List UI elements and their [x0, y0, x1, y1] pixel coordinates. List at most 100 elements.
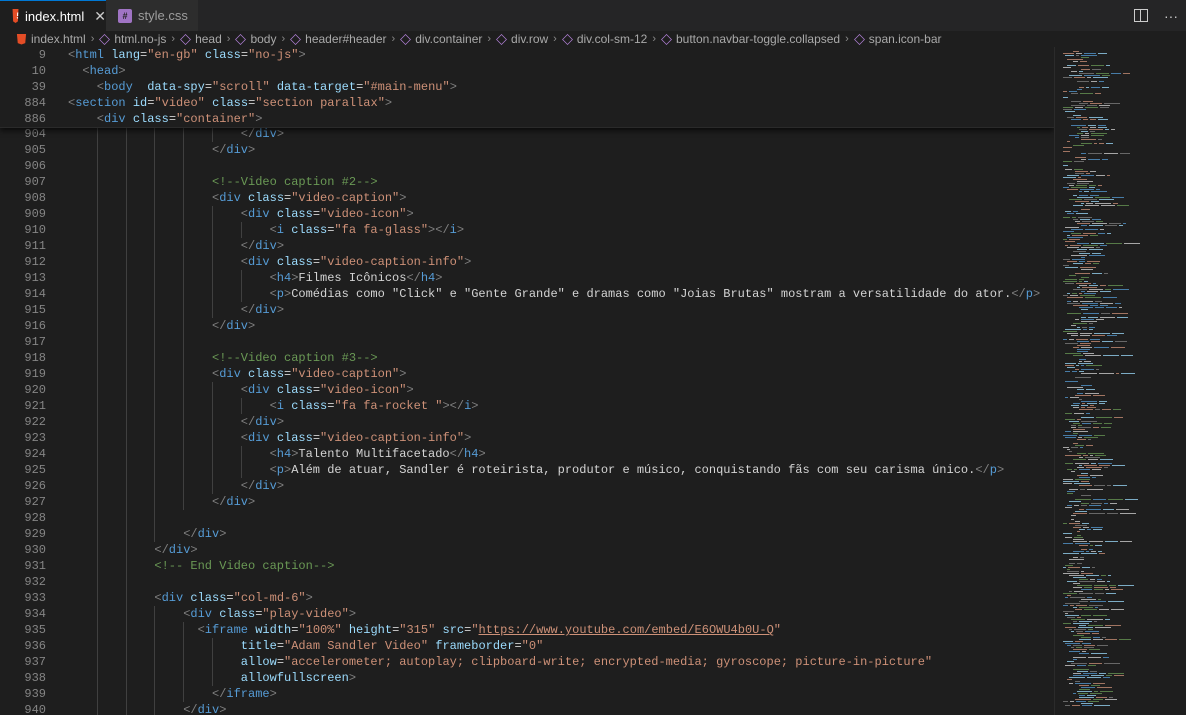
- code-line[interactable]: 916 </div>: [0, 318, 1054, 334]
- code-token: <!--Video caption #2-->: [212, 175, 378, 189]
- minimap-line: [1085, 107, 1098, 108]
- minimap-line: [1065, 397, 1068, 398]
- minimap-line: [1112, 197, 1124, 198]
- code-line[interactable]: 915 </div>: [0, 302, 1054, 318]
- line-number: 914: [24, 287, 46, 301]
- code-line[interactable]: 929 </div>: [0, 526, 1054, 542]
- breadcrumb-item[interactable]: div.row: [496, 32, 548, 46]
- code-line[interactable]: 904 </div>: [0, 126, 1054, 142]
- code-line[interactable]: 886 <div class="container">: [0, 111, 1054, 127]
- breadcrumb-item[interactable]: header#header: [290, 32, 387, 46]
- minimap[interactable]: [1054, 47, 1186, 715]
- code-line[interactable]: 914 <p>Comédias como "Click" e "Gente Gra…: [0, 286, 1054, 302]
- minimap-line: [1082, 423, 1091, 424]
- code-token: ": [471, 623, 479, 637]
- code-token: </: [154, 543, 169, 557]
- minimap-line: [1098, 125, 1106, 126]
- breadcrumb-item[interactable]: html.no-js: [99, 32, 166, 46]
- code-line[interactable]: 905 </div>: [0, 142, 1054, 158]
- minimap-line: [1075, 369, 1079, 370]
- code-token: </: [406, 271, 421, 285]
- code-line[interactable]: 922 </div>: [0, 414, 1054, 430]
- more-actions-icon: ···: [1164, 7, 1178, 24]
- minimap-line: [1095, 593, 1104, 594]
- code-token: https://www.youtube.com/embed/E6OWU4b0U-…: [478, 623, 774, 637]
- code-line[interactable]: 919 <div class="video-caption">: [0, 366, 1054, 382]
- code-line[interactable]: 931 <!-- End Video caption-->: [0, 558, 1054, 574]
- code-line[interactable]: 907 <!--Video caption #2-->: [0, 174, 1054, 190]
- code-line[interactable]: 10 <head>: [0, 63, 1054, 79]
- code-line[interactable]: 911 </div>: [0, 238, 1054, 254]
- code-line[interactable]: 913 <h4>Filmes Icônicos</h4>: [0, 270, 1054, 286]
- minimap-line: [1081, 135, 1089, 136]
- code-line[interactable]: 910 <i class="fa fa-glass"></i>: [0, 222, 1054, 238]
- breadcrumb-item[interactable]: button.navbar-toggle.collapsed: [661, 32, 840, 46]
- code-line[interactable]: 917: [0, 334, 1054, 350]
- breadcrumb-item[interactable]: div.col-sm-12: [561, 32, 647, 46]
- code-line[interactable]: 940 </div>: [0, 702, 1054, 715]
- code-token: <: [240, 431, 248, 445]
- code-line[interactable]: 927 </div>: [0, 494, 1054, 510]
- minimap-line: [1087, 261, 1100, 262]
- minimap-line: [1069, 91, 1077, 92]
- minimap-line: [1090, 693, 1102, 694]
- breadcrumb-item[interactable]: div.container: [400, 32, 482, 46]
- code-line[interactable]: 935 <iframe width="100%" height="315" src…: [0, 622, 1054, 638]
- tab-index-html[interactable]: index.html ✕: [0, 0, 106, 31]
- code-line[interactable]: 920 <div class="video-icon">: [0, 382, 1054, 398]
- code-line[interactable]: 921 <i class="fa fa-rocket "></i>: [0, 398, 1054, 414]
- minimap-line: [1099, 553, 1105, 554]
- code-line[interactable]: 39 <body data-spy="scroll" data-target="#…: [0, 79, 1054, 95]
- breadcrumb-item[interactable]: index.html: [16, 32, 86, 46]
- breadcrumb-label: index.html: [31, 32, 86, 46]
- minimap-line: [1081, 589, 1092, 590]
- minimap-line: [1079, 87, 1084, 88]
- code-text: <div class="play-video">: [183, 606, 356, 622]
- close-icon[interactable]: ✕: [94, 8, 106, 25]
- code-line[interactable]: 930 </div>: [0, 542, 1054, 558]
- code-line[interactable]: 912 <div class="video-caption-info">: [0, 254, 1054, 270]
- code-line[interactable]: 908 <div class="video-caption">: [0, 190, 1054, 206]
- tab-style-css[interactable]: style.css: [106, 0, 198, 31]
- split-editor-button[interactable]: [1126, 0, 1156, 31]
- minimap-line: [1065, 455, 1081, 456]
- code-line[interactable]: 906: [0, 158, 1054, 174]
- code-line[interactable]: 937 allow="accelerometer; autoplay; clipb…: [0, 654, 1054, 670]
- breadcrumb-item[interactable]: span.icon-bar: [853, 32, 942, 46]
- code-line[interactable]: 918 <!--Video caption #3-->: [0, 350, 1054, 366]
- code-token: section: [75, 96, 126, 110]
- code-line[interactable]: 939 </iframe>: [0, 686, 1054, 702]
- code-line[interactable]: 938 allowfullscreen>: [0, 670, 1054, 686]
- code-line[interactable]: 925 <p>Além de atuar, Sandler é roteirist…: [0, 462, 1054, 478]
- minimap-line: [1105, 699, 1117, 700]
- code-line[interactable]: 884 <section id="video" class="section pa…: [0, 95, 1054, 111]
- code-line[interactable]: 909 <div class="video-icon">: [0, 206, 1054, 222]
- code-line[interactable]: 928: [0, 510, 1054, 526]
- code-token: >: [219, 703, 227, 715]
- code-line[interactable]: 936 title="Adam Sandler Video" frameborde…: [0, 638, 1054, 654]
- editor-actions: ···: [1126, 0, 1186, 31]
- tab-label: index.html: [25, 8, 85, 24]
- code-line[interactable]: 934 <div class="play-video">: [0, 606, 1054, 622]
- minimap-line: [1115, 303, 1121, 304]
- minimap-line: [1105, 619, 1110, 620]
- code-line[interactable]: 933 <div class="col-md-6">: [0, 590, 1054, 606]
- minimap-line: [1073, 657, 1086, 658]
- sticky-scroll-header[interactable]: 9 <html lang="en-gb" class="no-js"> 10 <hea…: [0, 47, 1054, 128]
- code-token: allowfullscreen: [240, 671, 349, 685]
- minimap-line: [1077, 617, 1081, 618]
- breadcrumb-item[interactable]: body: [235, 32, 276, 46]
- code-editor[interactable]: 904 </div> 905 </div> 906 907 <!--Video captio…: [0, 47, 1054, 715]
- code-line[interactable]: 926 </div>: [0, 478, 1054, 494]
- minimap-line: [1091, 243, 1104, 244]
- minimap-line: [1079, 509, 1084, 510]
- minimap-line: [1077, 439, 1086, 440]
- breadcrumb-item[interactable]: head: [180, 32, 222, 46]
- code-line[interactable]: 924 <h4>Talento Multifacetado</h4>: [0, 446, 1054, 462]
- minimap-line: [1113, 409, 1121, 410]
- more-actions-button[interactable]: ···: [1156, 0, 1186, 31]
- code-line[interactable]: 923 <div class="video-caption-info">: [0, 430, 1054, 446]
- code-line[interactable]: 932: [0, 574, 1054, 590]
- code-line[interactable]: 9 <html lang="en-gb" class="no-js">: [0, 47, 1054, 63]
